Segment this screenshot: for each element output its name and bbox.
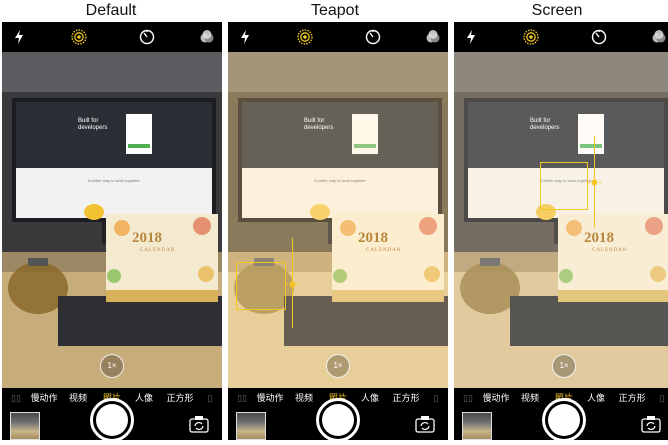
mode-video[interactable]: 视频 bbox=[69, 388, 87, 408]
camera-bottom-bar bbox=[454, 398, 668, 440]
live-photo-icon[interactable] bbox=[296, 28, 314, 46]
camera-bottom-bar bbox=[228, 398, 448, 440]
shutter-button[interactable] bbox=[542, 398, 586, 440]
camera-scene bbox=[228, 52, 448, 388]
focus-box bbox=[236, 262, 286, 310]
viewfinder[interactable]: Built for developers A better way to wor… bbox=[2, 52, 222, 388]
zoom-button[interactable]: 1× bbox=[552, 354, 576, 378]
mode-portrait[interactable]: 人像 bbox=[587, 388, 605, 408]
sun-icon[interactable] bbox=[588, 176, 601, 189]
flip-camera-icon[interactable] bbox=[640, 414, 662, 434]
viewfinder[interactable]: Built for developers A better way to wor… bbox=[454, 52, 668, 388]
flip-camera-icon[interactable] bbox=[188, 414, 210, 434]
mode-hidden-left: ▯▯ bbox=[463, 393, 473, 403]
live-photo-icon[interactable] bbox=[70, 28, 88, 46]
calendar-word: CALENDAR bbox=[592, 248, 628, 253]
mode-video[interactable]: 视频 bbox=[295, 388, 313, 408]
mode-portrait[interactable]: 人像 bbox=[361, 388, 379, 408]
panel-title-default: Default bbox=[85, 2, 137, 19]
shutter-inner bbox=[548, 404, 580, 436]
filters-icon[interactable] bbox=[650, 28, 668, 46]
flash-icon[interactable] bbox=[462, 28, 480, 46]
shutter-button[interactable] bbox=[316, 398, 360, 440]
calendar-word: CALENDAR bbox=[140, 248, 176, 253]
shutter-inner bbox=[322, 404, 354, 436]
camera-scene bbox=[2, 52, 222, 388]
monitor-heading: Built for developers bbox=[530, 118, 560, 131]
monitor-tagline: A better way to work together bbox=[88, 178, 140, 183]
shutter-inner bbox=[96, 404, 128, 436]
zoom-button[interactable]: 1× bbox=[326, 354, 350, 378]
calendar-year: 2018 bbox=[584, 230, 614, 246]
panel-title-screen: Screen bbox=[531, 2, 583, 19]
flash-icon[interactable] bbox=[10, 28, 28, 46]
timer-icon[interactable] bbox=[590, 28, 608, 46]
timer-icon[interactable] bbox=[364, 28, 382, 46]
camera-screen-default: Built for developers A better way to wor… bbox=[2, 22, 222, 440]
monitor-tagline: A better way to work together bbox=[314, 178, 366, 183]
monitor-heading: Built for developers bbox=[78, 118, 108, 131]
calendar-year: 2018 bbox=[132, 230, 162, 246]
zoom-button[interactable]: 1× bbox=[100, 354, 124, 378]
mode-portrait[interactable]: 人像 bbox=[135, 388, 153, 408]
mode-square[interactable]: 正方形 bbox=[392, 388, 419, 408]
mode-square[interactable]: 正方形 bbox=[618, 388, 645, 408]
calendar-word: CALENDAR bbox=[366, 248, 402, 253]
camera-top-bar bbox=[2, 22, 222, 52]
mode-hidden-right: ▯ bbox=[207, 393, 213, 403]
flip-camera-icon[interactable] bbox=[414, 414, 436, 434]
camera-scene bbox=[454, 52, 668, 388]
camera-screen-screen: Built for developers A better way to wor… bbox=[454, 22, 668, 440]
calendar-year: 2018 bbox=[358, 230, 388, 246]
filters-icon[interactable] bbox=[198, 28, 216, 46]
panel-title-teapot: Teapot bbox=[310, 2, 360, 19]
mode-hidden-right: ▯ bbox=[433, 393, 439, 403]
mode-hidden-left: ▯▯ bbox=[11, 393, 21, 403]
camera-screen-teapot: Built for developers A better way to wor… bbox=[228, 22, 448, 440]
last-photo-thumbnail[interactable] bbox=[462, 412, 492, 440]
mode-hidden-left: ▯▯ bbox=[237, 393, 247, 403]
mode-video[interactable]: 视频 bbox=[521, 388, 539, 408]
last-photo-thumbnail[interactable] bbox=[10, 412, 40, 440]
sun-icon[interactable] bbox=[286, 278, 299, 291]
last-photo-thumbnail[interactable] bbox=[236, 412, 266, 440]
monitor-heading: Built for developers bbox=[304, 118, 334, 131]
filters-icon[interactable] bbox=[424, 28, 442, 46]
live-photo-icon[interactable] bbox=[522, 28, 540, 46]
flash-icon[interactable] bbox=[236, 28, 254, 46]
camera-top-bar bbox=[454, 22, 668, 52]
camera-top-bar bbox=[228, 22, 448, 52]
mode-slowmo[interactable]: 慢动作 bbox=[30, 388, 57, 408]
focus-box bbox=[540, 162, 588, 210]
shutter-button[interactable] bbox=[90, 398, 134, 440]
camera-bottom-bar bbox=[2, 398, 222, 440]
mode-slowmo[interactable]: 慢动作 bbox=[482, 388, 509, 408]
timer-icon[interactable] bbox=[138, 28, 156, 46]
mode-hidden-right: ▯ bbox=[659, 393, 665, 403]
mode-slowmo[interactable]: 慢动作 bbox=[256, 388, 283, 408]
mode-square[interactable]: 正方形 bbox=[166, 388, 193, 408]
viewfinder[interactable]: Built for developers A better way to wor… bbox=[228, 52, 448, 388]
